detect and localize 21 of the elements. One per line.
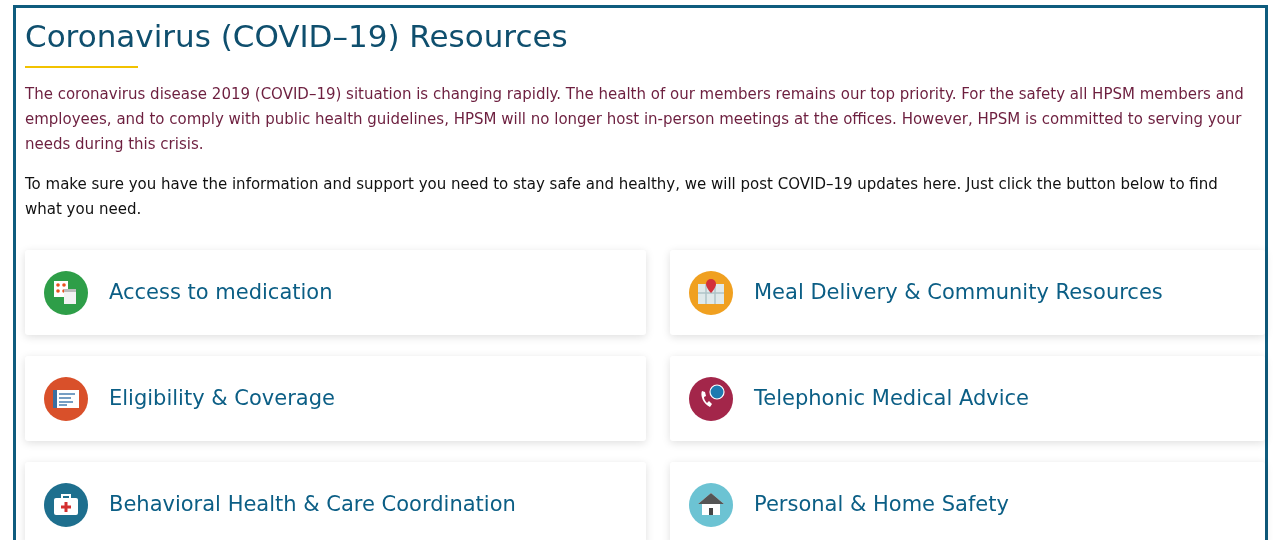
resource-title: Behavioral Health & Care Coordination <box>109 491 516 519</box>
resource-title: Telephonic Medical Advice <box>754 385 1029 413</box>
resource-card[interactable]: Telephonic Medical Advice <box>670 356 1265 442</box>
pill-chart-icon <box>44 270 88 315</box>
id-card-icon <box>44 376 88 421</box>
paragraph: The coronavirus disease 2019 (COVID–19) situation is changing rapidly. The health of our members remains our top priority. For the safety all HPSM members and employees, and to comply with public health guidelines, HPSM will no longer host in-person meetings at the offices. However, HPSM is committed to serving your needs during this crisis. <box>25 84 1245 156</box>
map-pin-icon <box>689 270 733 315</box>
paragraph: To make sure you have the information and support you need to stay safe and healthy, we will post COVID–19 updates here. Just click the button below to find what you need. <box>25 174 1219 221</box>
resource-card[interactable]: Eligibility & Coverage <box>25 356 646 442</box>
resource-title: Access to medication <box>109 279 333 307</box>
resource-title: Eligibility & Coverage <box>109 385 335 413</box>
resource-card[interactable]: Meal Delivery & Community Resources <box>670 250 1265 336</box>
phone-icon <box>689 376 733 421</box>
first-aid-kit-icon <box>44 482 88 527</box>
resource-card[interactable]: Access to medication <box>25 250 646 336</box>
page-title: Coronavirus (COVID–19) Resources <box>25 17 569 56</box>
resource-card[interactable]: Personal & Home Safety <box>670 462 1265 540</box>
house-icon <box>689 482 733 527</box>
resource-title: Meal Delivery & Community Resources <box>754 279 1163 307</box>
resource-card[interactable]: Behavioral Health & Care Coordination <box>25 462 646 540</box>
resource-title: Personal & Home Safety <box>754 491 1009 519</box>
